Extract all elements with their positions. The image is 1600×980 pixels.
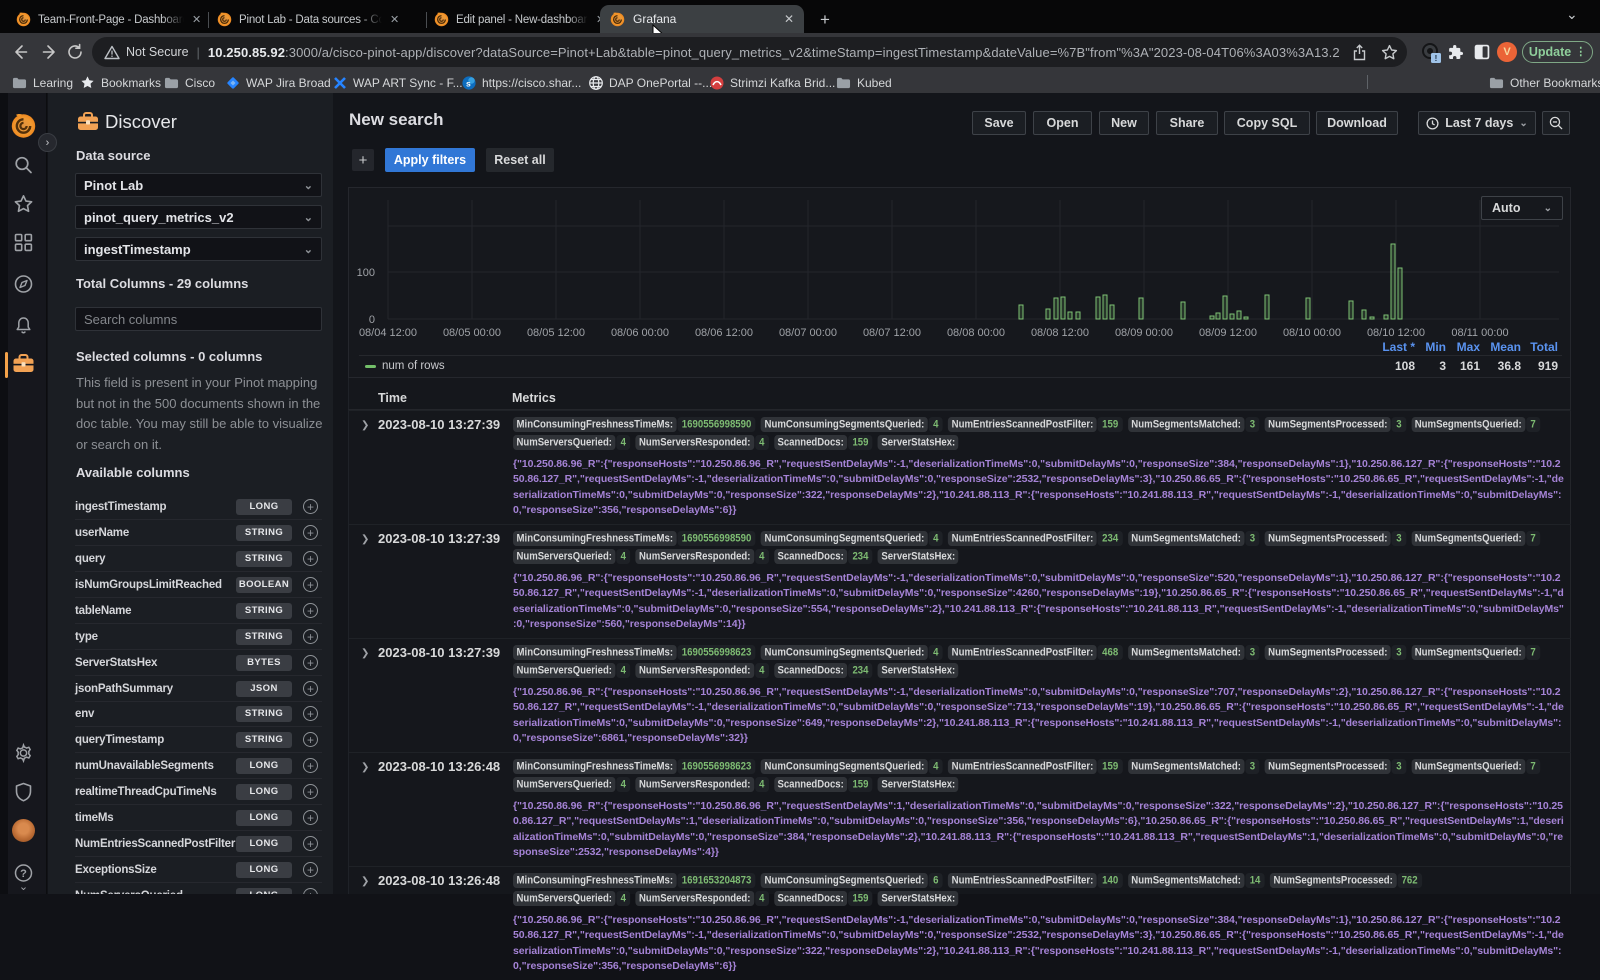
svg-text:08/07 00:00: 08/07 00:00: [779, 327, 837, 339]
svg-text:100: 100: [357, 267, 375, 279]
svg-text:s: s: [466, 78, 471, 88]
svg-text:08/09 12:00: 08/09 12:00: [1199, 327, 1257, 339]
svg-text:08/07 12:00: 08/07 12:00: [863, 327, 921, 339]
svg-text:08/06 00:00: 08/06 00:00: [611, 327, 669, 339]
svg-text:08/09 00:00: 08/09 00:00: [1115, 327, 1173, 339]
svg-text:08/08 00:00: 08/08 00:00: [947, 327, 1005, 339]
svg-text:0: 0: [369, 314, 375, 326]
svg-text:08/10 00:00: 08/10 00:00: [1283, 327, 1341, 339]
svg-text:08/08 12:00: 08/08 12:00: [1031, 327, 1089, 339]
svg-text:!: !: [1435, 54, 1438, 63]
svg-text:08/05 00:00: 08/05 00:00: [443, 327, 501, 339]
svg-text:?: ?: [20, 868, 27, 880]
svg-text:08/04 12:00: 08/04 12:00: [359, 327, 417, 339]
svg-text:08/11 00:00: 08/11 00:00: [1451, 327, 1508, 339]
svg-text:08/06 12:00: 08/06 12:00: [695, 327, 753, 339]
svg-text:08/10 12:00: 08/10 12:00: [1367, 327, 1425, 339]
svg-text:08/05 12:00: 08/05 12:00: [527, 327, 585, 339]
